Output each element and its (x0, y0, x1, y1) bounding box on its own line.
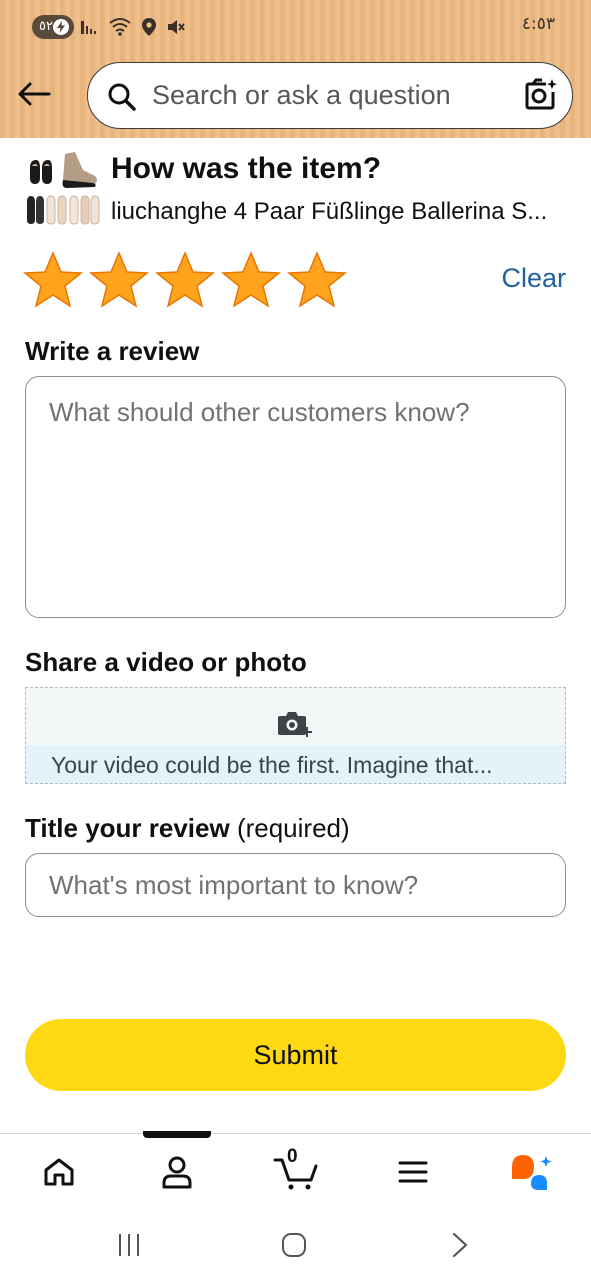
star-icon-5[interactable] (287, 250, 347, 310)
nav-account[interactable] (152, 1150, 202, 1194)
arrow-left-icon (18, 82, 51, 106)
product-image (27, 152, 100, 225)
signal-icon (81, 21, 96, 34)
status-time: ٤:٥٣ (521, 14, 555, 34)
nav-cart[interactable]: 0 (268, 1146, 324, 1194)
star-icon-4[interactable] (221, 250, 281, 310)
status-icons (80, 16, 186, 38)
status-bar: ٥٢ ٤:٥٣ (0, 0, 591, 52)
active-tab-indicator (143, 1131, 211, 1138)
submit-button[interactable]: Submit (25, 1019, 566, 1091)
review-question: How was the item? (111, 152, 382, 185)
review-heading: Write a review (25, 336, 200, 366)
media-heading: Share a video or photo (25, 647, 307, 677)
search-input[interactable] (152, 75, 502, 115)
bottom-navigation: 0 (0, 1131, 591, 1213)
chevron-right-icon (452, 1232, 468, 1258)
media-upload-area[interactable]: Your video could be the first. Imagine t… (25, 687, 566, 784)
clear-rating-link[interactable]: Clear (501, 263, 566, 294)
app-header: ٥٢ ٤:٥٣ (0, 0, 591, 138)
search-bar[interactable] (87, 62, 573, 129)
media-upload-prompt: Your video could be the first. Imagine t… (26, 745, 565, 783)
cart-count: 0 (287, 1146, 298, 1167)
nav-rufus[interactable] (506, 1150, 556, 1194)
product-name: liuchanghe 4 Paar Füßlinge Ballerina S..… (111, 198, 548, 225)
location-icon (142, 18, 156, 36)
star-icon-2[interactable] (89, 250, 149, 310)
home-button[interactable] (274, 1229, 314, 1261)
nav-menu[interactable] (388, 1150, 438, 1194)
menu-icon (398, 1161, 428, 1183)
back-system-button[interactable] (440, 1229, 480, 1261)
star-icon-3[interactable] (155, 250, 215, 310)
mute-icon (168, 20, 185, 34)
search-icon (108, 83, 136, 111)
star-icon-1[interactable] (23, 250, 83, 310)
camera-add-icon (278, 712, 312, 737)
recent-apps-button[interactable] (109, 1229, 149, 1261)
wifi-icon (109, 18, 131, 36)
rufus-icon (512, 1155, 552, 1190)
review-textarea[interactable] (25, 376, 566, 618)
home-icon (44, 1158, 74, 1186)
nav-home[interactable] (34, 1150, 84, 1194)
title-heading-text: Title your review (25, 813, 230, 843)
star-rating (23, 250, 347, 310)
required-label: (required) (229, 813, 350, 843)
system-navigation (0, 1213, 591, 1280)
home-circle-icon (282, 1233, 306, 1257)
account-icon (162, 1156, 192, 1189)
battery-indicator: ٥٢ (32, 15, 74, 39)
back-button[interactable] (14, 74, 54, 114)
battery-level: ٥٢ (39, 19, 53, 34)
recent-apps-icon (119, 1234, 139, 1256)
review-title-input[interactable] (25, 853, 566, 917)
camera-search-icon[interactable] (524, 78, 558, 112)
title-heading: Title your review (required) (25, 813, 350, 844)
charging-icon (53, 19, 69, 35)
